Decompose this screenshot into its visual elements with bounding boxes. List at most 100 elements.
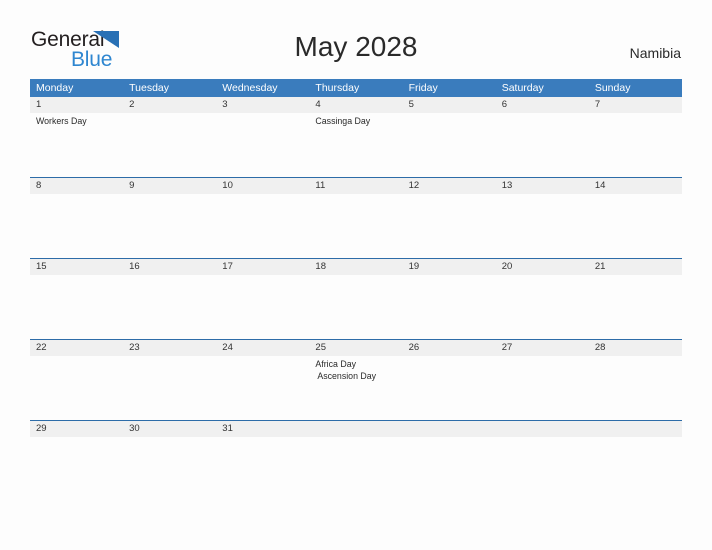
day-number[interactable]: 12 (403, 178, 496, 194)
calendar-page: General Blue May 2028 Namibia Monday Tue… (0, 0, 712, 550)
day-events-cell[interactable] (123, 356, 216, 420)
day-events-cell[interactable] (216, 275, 309, 339)
day-number[interactable]: 5 (403, 97, 496, 113)
day-events-cell[interactable] (30, 437, 123, 445)
day-events-cell[interactable] (216, 356, 309, 420)
day-events-cell[interactable] (403, 437, 496, 445)
page-header: General Blue May 2028 Namibia (0, 0, 712, 78)
day-number[interactable]: 16 (123, 259, 216, 275)
day-number[interactable]: 27 (496, 340, 589, 356)
day-events-cell[interactable] (30, 194, 123, 258)
day-number[interactable]: 15 (30, 259, 123, 275)
holiday-label: Ascension Day (315, 370, 377, 381)
day-events-cell[interactable] (496, 356, 589, 420)
calendar-week-row: 1 2 3 4 5 6 7 Workers Day Cassinga Day (30, 97, 682, 177)
day-number[interactable]: 11 (309, 178, 402, 194)
weekday-header-saturday: Saturday (501, 82, 544, 94)
day-number[interactable]: 30 (123, 421, 216, 437)
day-events-cell[interactable] (496, 113, 589, 177)
weekday-header-thursday: Thursday (315, 82, 360, 94)
day-events-cell[interactable] (30, 356, 123, 420)
day-number[interactable]: 6 (496, 97, 589, 113)
day-number[interactable]: 22 (30, 340, 123, 356)
day-number[interactable]: 4 (309, 97, 402, 113)
week-dates-row: 15 16 17 18 19 20 21 (30, 259, 682, 275)
calendar-week-row: 15 16 17 18 19 20 21 (30, 258, 682, 339)
week-dates-row: 8 9 10 11 12 13 14 (30, 178, 682, 194)
day-events-cell[interactable] (589, 437, 682, 445)
day-events-cell[interactable]: Cassinga Day (309, 113, 402, 177)
day-number[interactable]: 7 (589, 97, 682, 113)
day-events-cell[interactable] (123, 275, 216, 339)
day-events-cell[interactable] (403, 194, 496, 258)
day-number[interactable] (309, 421, 402, 437)
week-dates-row: 29 30 31 (30, 421, 682, 437)
day-number[interactable]: 18 (309, 259, 402, 275)
day-number[interactable]: 9 (123, 178, 216, 194)
day-events-cell[interactable] (123, 113, 216, 177)
day-number[interactable]: 2 (123, 97, 216, 113)
day-number[interactable]: 3 (216, 97, 309, 113)
day-events-cell[interactable] (589, 194, 682, 258)
day-number[interactable]: 26 (403, 340, 496, 356)
weekday-header-monday: Monday (36, 82, 74, 94)
calendar-week-row: 29 30 31 (30, 420, 682, 445)
day-events-cell[interactable] (123, 194, 216, 258)
day-events-cell[interactable] (496, 437, 589, 445)
day-number[interactable]: 8 (30, 178, 123, 194)
day-number[interactable]: 25 (309, 340, 402, 356)
day-events-cell[interactable] (589, 275, 682, 339)
week-events-row: Workers Day Cassinga Day (30, 113, 682, 177)
week-events-row: Africa Day Ascension Day (30, 356, 682, 420)
day-events-cell[interactable] (403, 356, 496, 420)
day-number[interactable] (496, 421, 589, 437)
holiday-label: Africa Day (315, 359, 356, 369)
day-events-cell[interactable] (123, 437, 216, 445)
day-events-cell[interactable] (589, 356, 682, 420)
day-number[interactable]: 29 (30, 421, 123, 437)
day-number[interactable]: 24 (216, 340, 309, 356)
day-events-cell[interactable]: Africa Day Ascension Day (309, 356, 402, 420)
day-number[interactable]: 23 (123, 340, 216, 356)
week-dates-row: 22 23 24 25 26 27 28 (30, 340, 682, 356)
day-events-cell[interactable] (30, 275, 123, 339)
day-number[interactable] (589, 421, 682, 437)
day-events-cell[interactable] (216, 113, 309, 177)
day-events-cell[interactable] (309, 194, 402, 258)
day-events-cell[interactable] (216, 194, 309, 258)
country-label: Namibia (629, 45, 681, 61)
day-events-cell[interactable] (403, 113, 496, 177)
day-events-cell[interactable] (496, 275, 589, 339)
day-number[interactable]: 1 (30, 97, 123, 113)
calendar-week-row: 8 9 10 11 12 13 14 (30, 177, 682, 258)
day-events-cell[interactable]: Workers Day (30, 113, 123, 177)
day-events-cell[interactable] (309, 437, 402, 445)
holiday-label: Workers Day (36, 116, 87, 126)
weekday-header-friday: Friday (408, 82, 438, 94)
day-events-cell[interactable] (216, 437, 309, 445)
weekday-header-row: Monday Tuesday Wednesday Thursday Friday… (30, 79, 682, 97)
day-number[interactable]: 14 (589, 178, 682, 194)
day-number[interactable]: 19 (403, 259, 496, 275)
calendar-weeks: 1 2 3 4 5 6 7 Workers Day Cassinga Day 8 9 10 11 12 13… (30, 97, 682, 445)
week-events-row (30, 437, 682, 445)
day-events-cell[interactable] (589, 113, 682, 177)
day-number[interactable]: 10 (216, 178, 309, 194)
day-number[interactable]: 20 (496, 259, 589, 275)
week-events-row (30, 275, 682, 339)
day-number[interactable]: 17 (216, 259, 309, 275)
week-dates-row: 1234567 (30, 97, 682, 113)
day-number[interactable]: 21 (589, 259, 682, 275)
page-title: May 2028 (294, 31, 418, 62)
day-number[interactable]: 28 (589, 340, 682, 356)
holiday-label: Cassinga Day (315, 116, 371, 126)
day-events-cell[interactable] (496, 194, 589, 258)
day-events-cell[interactable] (309, 275, 402, 339)
week-events-row (30, 194, 682, 258)
day-number[interactable] (403, 421, 496, 437)
weekday-header-wednesday: Wednesday (222, 82, 278, 94)
day-number[interactable]: 13 (496, 178, 589, 194)
day-number[interactable]: 31 (216, 421, 309, 437)
calendar-table: Monday Tuesday Wednesday Thursday Friday… (30, 79, 682, 445)
day-events-cell[interactable] (403, 275, 496, 339)
